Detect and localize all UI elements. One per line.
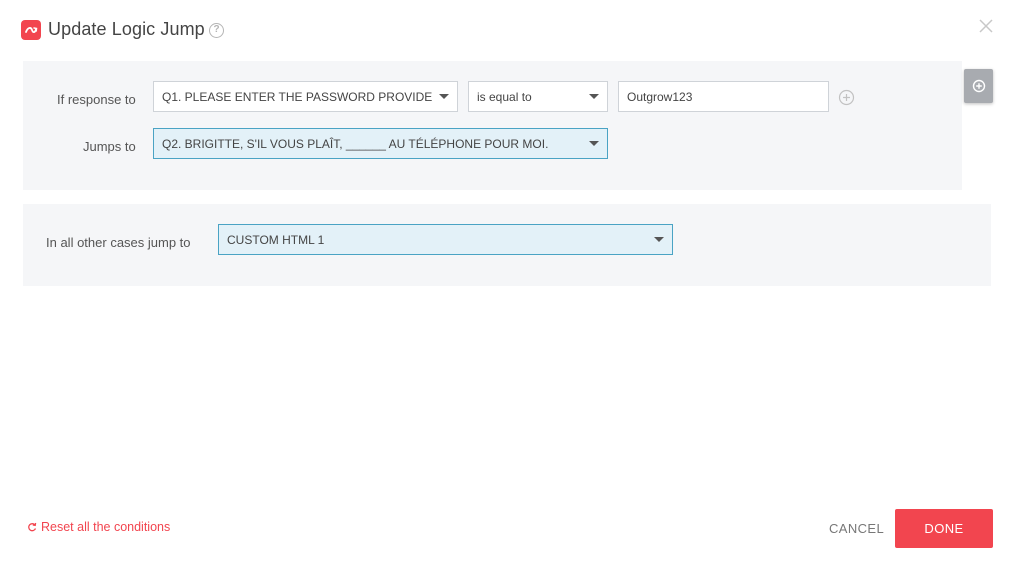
answer-input-value: Outgrow123 <box>627 89 693 104</box>
question-select-value: Q1. PLEASE ENTER THE PASSWORD PROVIDED <box>162 89 433 104</box>
refresh-icon <box>28 522 37 532</box>
add-condition-icon[interactable] <box>838 89 855 106</box>
logic-jump-icon <box>21 20 41 40</box>
question-select[interactable]: Q1. PLEASE ENTER THE PASSWORD PROVIDED <box>153 81 458 112</box>
chevron-down-icon <box>439 94 449 99</box>
if-response-label: If response to <box>57 92 136 107</box>
close-icon[interactable] <box>978 18 994 34</box>
reset-conditions-label: Reset all the conditions <box>41 520 171 534</box>
plus-circle-icon <box>972 79 985 93</box>
chevron-down-icon <box>589 94 599 99</box>
dialog-title: Update Logic Jump <box>48 19 205 39</box>
operator-select-value: is equal to <box>477 89 532 104</box>
other-cases-select-value: CUSTOM HTML 1 <box>227 232 325 247</box>
chevron-down-icon <box>654 237 664 242</box>
help-circle-icon[interactable]: ? <box>209 23 224 38</box>
other-cases-select[interactable]: CUSTOM HTML 1 <box>218 224 673 255</box>
jump-target-select-value: Q2. BRIGITTE, S'IL VOUS PLAÎT, ______ AU… <box>162 136 549 151</box>
cancel-button[interactable]: CANCEL <box>829 521 884 536</box>
reset-conditions-link[interactable]: Reset all the conditions <box>27 520 170 534</box>
jump-target-select[interactable]: Q2. BRIGITTE, S'IL VOUS PLAÎT, ______ AU… <box>153 128 608 159</box>
add-condition-group-button[interactable] <box>964 69 993 103</box>
jumps-to-label: Jumps to <box>83 139 136 154</box>
answer-input[interactable]: Outgrow123 <box>618 81 829 112</box>
other-cases-label: In all other cases jump to <box>46 235 191 250</box>
chevron-down-icon <box>589 141 599 146</box>
done-button[interactable]: DONE <box>895 509 993 548</box>
operator-select[interactable]: is equal to <box>468 81 608 112</box>
